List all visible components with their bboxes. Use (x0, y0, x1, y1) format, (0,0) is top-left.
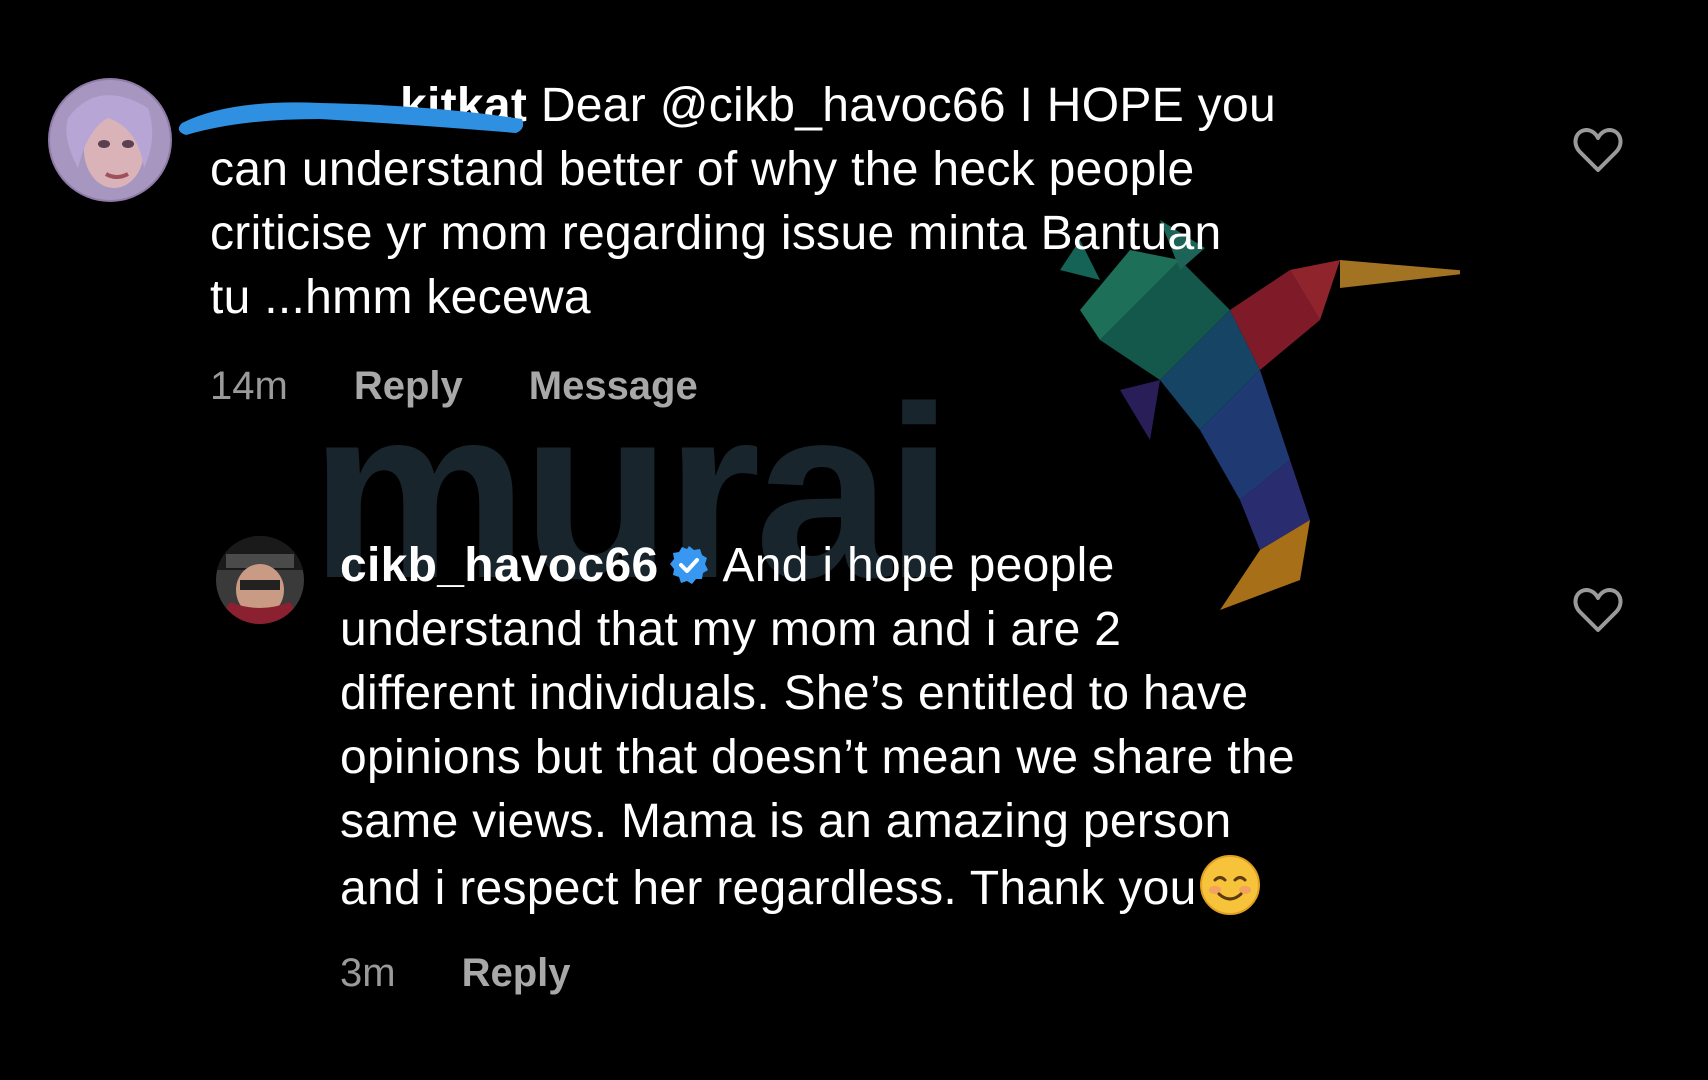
avatar-photo-icon (216, 536, 304, 624)
message-button[interactable]: Message (529, 364, 698, 409)
comment-text-line: tu ...hmm kecewa (210, 271, 591, 324)
comment-text-line: understand that my mom and i are 2 (340, 603, 1122, 656)
redaction-mark (178, 102, 524, 135)
reply-button[interactable]: Reply (462, 951, 571, 996)
like-heart-icon[interactable] (1572, 126, 1624, 174)
timestamp: 14m (210, 364, 288, 408)
comment-text-line: same views. Mama is an amazing person (340, 795, 1232, 848)
comment-text-line: and i respect her regardless. Thank you (340, 862, 1197, 915)
timestamp: 3m (340, 951, 396, 995)
comment-2: cikb_havoc66 And i hope people understand… (216, 536, 1295, 996)
avatar-photo-icon (48, 78, 172, 202)
comment-text-line: And i hope people (722, 539, 1115, 592)
comment-2-text: cikb_havoc66 And i hope people understand… (340, 534, 1295, 921)
comment-1-meta: 14m Reply Message (210, 364, 1276, 409)
comment-text-line: can understand better of why the heck pe… (210, 143, 1195, 196)
verified-badge-icon (670, 546, 709, 584)
avatar[interactable] (216, 536, 304, 624)
comment-text-line: opinions but that doesn’t mean we share … (340, 731, 1295, 784)
like-heart-icon[interactable] (1572, 586, 1624, 634)
username[interactable]: cikb_havoc66 (340, 539, 658, 592)
comment-text-line: criticise yr mom regarding issue minta B… (210, 207, 1222, 260)
avatar[interactable] (48, 78, 172, 202)
reply-button[interactable]: Reply (354, 364, 463, 409)
comment-text-line: different individuals. She’s entitled to… (340, 667, 1249, 720)
smiling-face-emoji-icon (1199, 855, 1260, 915)
comment-2-meta: 3m Reply (340, 951, 1295, 996)
comment-text-line: Dear @cikb_havoc66 I HOPE you (540, 79, 1276, 132)
